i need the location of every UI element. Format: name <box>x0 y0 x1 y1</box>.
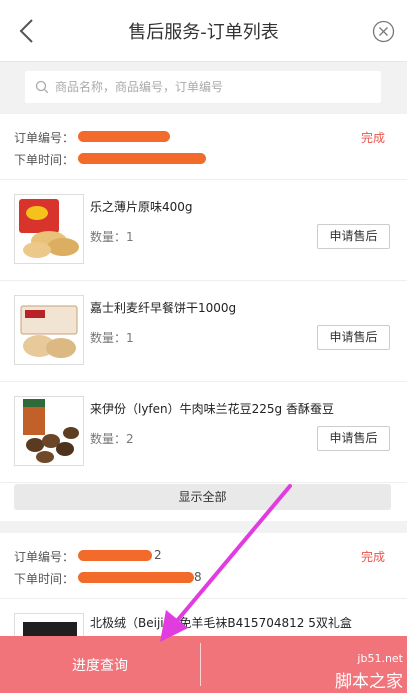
order-card: 订单编号： 2 下单时间： 8 完成 北极绒（Beiji ）免羊毛袜B41570… <box>0 533 407 653</box>
order-number-redaction <box>78 131 170 142</box>
apply-after-sales-button[interactable]: 申请售后 <box>317 224 390 249</box>
order-time-label: 下单时间： <box>14 572 75 586</box>
bar-divider <box>200 643 201 686</box>
order-time-redaction <box>78 153 206 164</box>
top-nav-bar: 售后服务-订单列表 <box>0 0 407 62</box>
order-time-redaction <box>78 572 194 583</box>
product-item[interactable]: 北极绒（Beiji ）免羊毛袜B415704812 5双礼盒 <box>0 599 407 653</box>
product-name[interactable]: 乐之薄片原味400g <box>90 198 193 215</box>
product-item[interactable]: 来伊份（lyfen）牛肉味兰花豆225g 香酥蚕豆 数量：2 申请售后 <box>0 382 407 483</box>
product-thumbnail <box>14 396 84 466</box>
order-card: 订单编号： 下单时间： 完成 乐之薄片原味400g 数量：1 申请售后 嘉士利麦… <box>0 114 407 521</box>
product-name[interactable]: 来伊份（lyfen）牛肉味兰花豆225g 香酥蚕豆 <box>90 400 334 417</box>
order-header: 订单编号： 2 下单时间： 8 完成 <box>0 533 407 599</box>
product-thumbnail <box>14 295 84 365</box>
product-item[interactable]: 乐之薄片原味400g 数量：1 申请售后 <box>0 180 407 281</box>
order-time-partial: 8 <box>194 570 202 584</box>
search-input[interactable] <box>55 80 355 94</box>
product-name[interactable]: 北极绒（Beiji ）免羊毛袜B415704812 5双礼盒 <box>90 614 352 631</box>
close-icon[interactable] <box>372 20 395 43</box>
order-status: 完成 <box>360 131 385 145</box>
product-item[interactable]: 嘉士利麦纤早餐饼干1000g 数量：1 申请售后 <box>0 281 407 382</box>
show-all-row: 显示全部 <box>0 483 407 523</box>
apply-after-sales-button[interactable]: 申请售后 <box>317 325 390 350</box>
search-bar <box>0 62 407 114</box>
page-title: 售后服务-订单列表 <box>128 22 279 43</box>
watermark-site: jb51.net <box>357 652 403 665</box>
order-header: 订单编号： 下单时间： 完成 <box>0 114 407 180</box>
order-number-label: 订单编号： <box>14 550 75 564</box>
order-time-label: 下单时间： <box>14 153 75 167</box>
order-number-partial: 2 <box>154 548 162 562</box>
product-quantity: 数量：2 <box>90 432 134 446</box>
product-quantity: 数量：1 <box>90 230 134 244</box>
order-number-label: 订单编号： <box>14 131 75 145</box>
order-status: 完成 <box>360 550 385 564</box>
search-box[interactable] <box>25 71 381 103</box>
show-all-button[interactable]: 显示全部 <box>14 484 391 510</box>
progress-query-button[interactable]: 进度查询 <box>0 655 200 675</box>
order-number-redaction <box>78 550 152 561</box>
product-thumbnail <box>14 194 84 264</box>
search-icon <box>35 80 49 94</box>
watermark-logo: 脚本之家 <box>335 672 403 692</box>
product-quantity: 数量：1 <box>90 331 134 345</box>
apply-after-sales-button[interactable]: 申请售后 <box>317 426 390 451</box>
product-name[interactable]: 嘉士利麦纤早餐饼干1000g <box>90 299 236 316</box>
